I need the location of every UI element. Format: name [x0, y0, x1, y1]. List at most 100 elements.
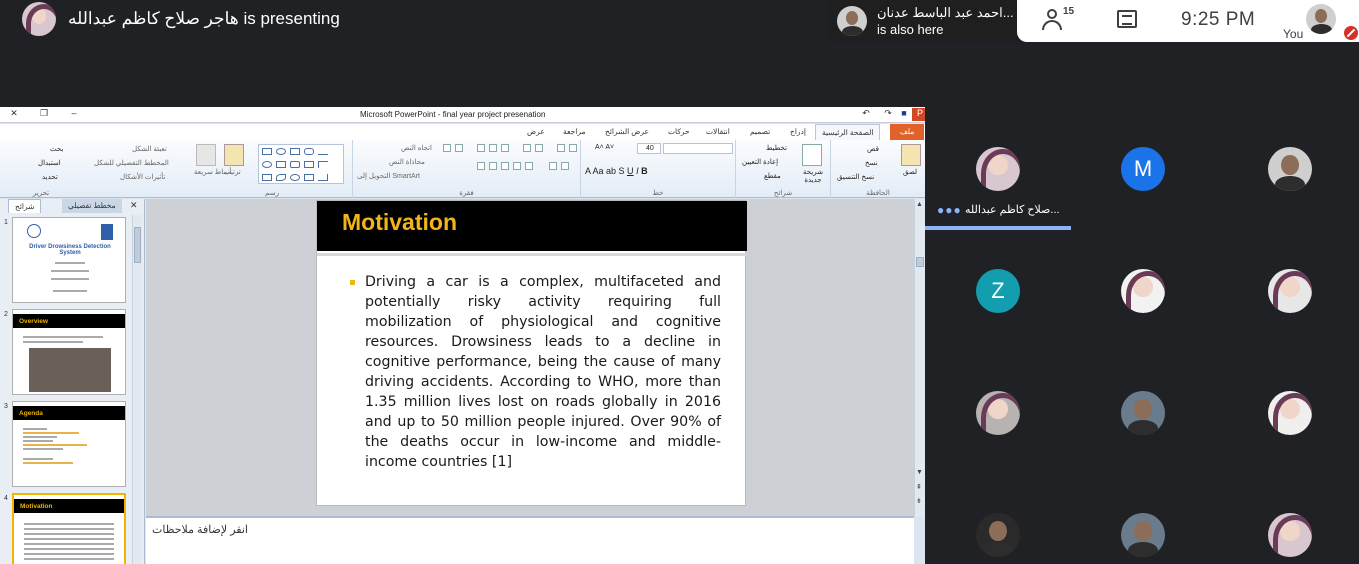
group-label-paragraph: فقرة: [459, 190, 474, 197]
participant-tile-8[interactable]: [1121, 391, 1165, 435]
college-logo-icon: [101, 224, 113, 240]
find-button[interactable]: بحث: [50, 145, 63, 153]
paste-button[interactable]: لصق: [903, 168, 917, 176]
section-button[interactable]: مقطع: [764, 172, 781, 180]
participant-tile-6[interactable]: [1268, 269, 1312, 313]
text-direction-button[interactable]: اتجاه النص: [401, 144, 432, 152]
layout-button[interactable]: تخطيط: [766, 144, 787, 152]
replace-button[interactable]: استبدال: [38, 159, 61, 167]
undo-icon[interactable]: ↶: [858, 108, 874, 121]
previous-slide-icon[interactable]: ⇞: [916, 483, 922, 491]
notes-pane[interactable]: انقر لإضافة ملاحظات: [146, 517, 914, 564]
new-slide-icon[interactable]: [802, 144, 822, 166]
shape-effects-button[interactable]: تأثيرات الأشكال: [120, 173, 165, 181]
tab-transitions[interactable]: انتقالات: [706, 127, 730, 136]
participant-tile-10[interactable]: [976, 513, 1020, 557]
thumbnails-scrollbar[interactable]: [132, 215, 142, 564]
slide-title[interactable]: Motivation: [342, 209, 457, 236]
thumb-title: Overview: [13, 314, 125, 328]
slide-thumbnail-4[interactable]: Motivation: [12, 493, 126, 564]
close-panel-icon[interactable]: ✕: [130, 200, 138, 211]
participant-avatar: [1268, 513, 1312, 557]
scrollbar-thumb[interactable]: [134, 227, 141, 263]
font-grow-icon[interactable]: A˄ A˅: [595, 144, 614, 151]
participant-tile-5[interactable]: [1121, 269, 1165, 313]
font-name-field[interactable]: [663, 143, 733, 154]
slide-scrollbar[interactable]: ▲ ▼ ⇞ ⇟: [914, 199, 925, 517]
tab-view[interactable]: عرض: [527, 127, 545, 136]
tab-animations[interactable]: حركات: [668, 127, 690, 136]
driver-photo: [29, 348, 111, 392]
group-label-slides: شرائح: [773, 190, 793, 197]
tab-outline[interactable]: مخطط تفصيلي: [62, 199, 122, 213]
scroll-down-icon[interactable]: ▼: [916, 469, 923, 476]
current-slide[interactable]: Motivation Driving a car is a complex, m…: [316, 200, 747, 506]
restore-icon[interactable]: ❐: [36, 108, 52, 121]
copy-button[interactable]: نسخ: [865, 159, 878, 167]
select-button[interactable]: تحديد: [42, 173, 58, 181]
new-slide-button[interactable]: شريحة جديدة: [798, 168, 828, 184]
tab-slides[interactable]: شرائح: [8, 199, 42, 213]
slide-scroll-thumb[interactable]: [916, 257, 924, 267]
participant-tile-12[interactable]: [1268, 513, 1312, 557]
group-clipboard: قص نسخ نسخ التنسيق لصق الحافظة: [830, 140, 925, 198]
participant-tile-2[interactable]: M: [1121, 147, 1165, 191]
paste-icon[interactable]: [901, 144, 921, 166]
participant-count: 15: [1063, 6, 1075, 17]
participant-initial: Z: [976, 269, 1020, 313]
font-format-row[interactable]: A Aa ab S U I B: [585, 166, 648, 176]
save-icon[interactable]: ■: [896, 108, 912, 121]
redo-icon[interactable]: ↷: [880, 108, 896, 121]
participant-tile-9[interactable]: [1268, 391, 1312, 435]
group-label-drawing: رسم: [265, 190, 279, 197]
university-logo-icon: [27, 224, 41, 238]
participant-avatar: [976, 513, 1020, 557]
panel-tabs: شرائح مخطط تفصيلي ✕: [0, 199, 145, 213]
align-text-button[interactable]: محاذاة النص: [389, 158, 425, 166]
participant-tile-4[interactable]: Z: [976, 269, 1020, 313]
participant-avatar: [1121, 269, 1165, 313]
convert-smartart-button[interactable]: التحويل إلى SmartArt: [357, 172, 420, 180]
powerpoint-logo-icon: P: [912, 108, 925, 121]
close-icon[interactable]: ✕: [6, 108, 22, 121]
slides-panel: شرائح مخطط تفصيلي ✕ 1 Driver Drowsiness …: [0, 199, 145, 564]
quick-styles-icon[interactable]: [196, 144, 216, 166]
participant-tile-3[interactable]: [1268, 147, 1312, 191]
self-view[interactable]: You: [1281, 2, 1359, 42]
font-size-field[interactable]: 40: [637, 143, 661, 154]
thumb-title: Motivation: [14, 499, 124, 513]
arrange-button[interactable]: ترتيب: [224, 168, 241, 176]
shape-fill-button[interactable]: تعبئة الشكل: [132, 145, 167, 153]
arrange-icon[interactable]: [224, 144, 244, 166]
slide-thumbnail-2[interactable]: Overview: [12, 309, 126, 395]
window-title: Microsoft PowerPoint - final year projec…: [360, 110, 546, 119]
tab-review[interactable]: مراجعة: [563, 127, 586, 136]
next-slide-icon[interactable]: ⇟: [916, 497, 922, 505]
slide-body-text[interactable]: Driving a car is a complex, multifaceted…: [365, 272, 721, 472]
meet-controls: 15 9:25 PM You: [1017, 0, 1359, 42]
tab-insert[interactable]: إدراج: [790, 127, 806, 136]
participant-avatar: [1268, 269, 1312, 313]
shape-outline-button[interactable]: المخطط التفصيلي للشكل: [94, 159, 169, 167]
reset-button[interactable]: إعادة التعيين: [742, 158, 778, 166]
notification-name: احمد عبد الباسط عدنان...: [877, 5, 1014, 20]
scroll-up-icon[interactable]: ▲: [916, 201, 923, 208]
format-painter-button[interactable]: نسخ التنسيق: [837, 173, 874, 181]
tab-file[interactable]: ملف: [890, 124, 925, 140]
participant-tile-1[interactable]: [976, 147, 1020, 191]
slide-thumbnail-3[interactable]: Agenda: [12, 401, 126, 487]
join-notification[interactable]: احمد عبد الباسط عدنان... is also here: [827, 0, 1027, 42]
participant-tile-11[interactable]: [1121, 513, 1165, 557]
tab-home[interactable]: الصفحة الرئيسية: [815, 124, 881, 140]
thumb-number: 1: [4, 219, 8, 226]
minimize-icon[interactable]: –: [66, 108, 82, 121]
chat-icon[interactable]: [1117, 10, 1137, 28]
title-divider: [317, 253, 747, 256]
tab-design[interactable]: تصميم: [750, 127, 770, 136]
notes-placeholder: انقر لإضافة ملاحظات: [152, 524, 248, 536]
slide-thumbnail-1[interactable]: Driver Drowsiness Detection System: [12, 217, 126, 303]
cut-button[interactable]: قص: [867, 145, 879, 153]
participant-tile-7[interactable]: [976, 391, 1020, 435]
shapes-gallery[interactable]: [258, 144, 344, 184]
tab-slideshow[interactable]: عرض الشرائح: [605, 127, 649, 136]
